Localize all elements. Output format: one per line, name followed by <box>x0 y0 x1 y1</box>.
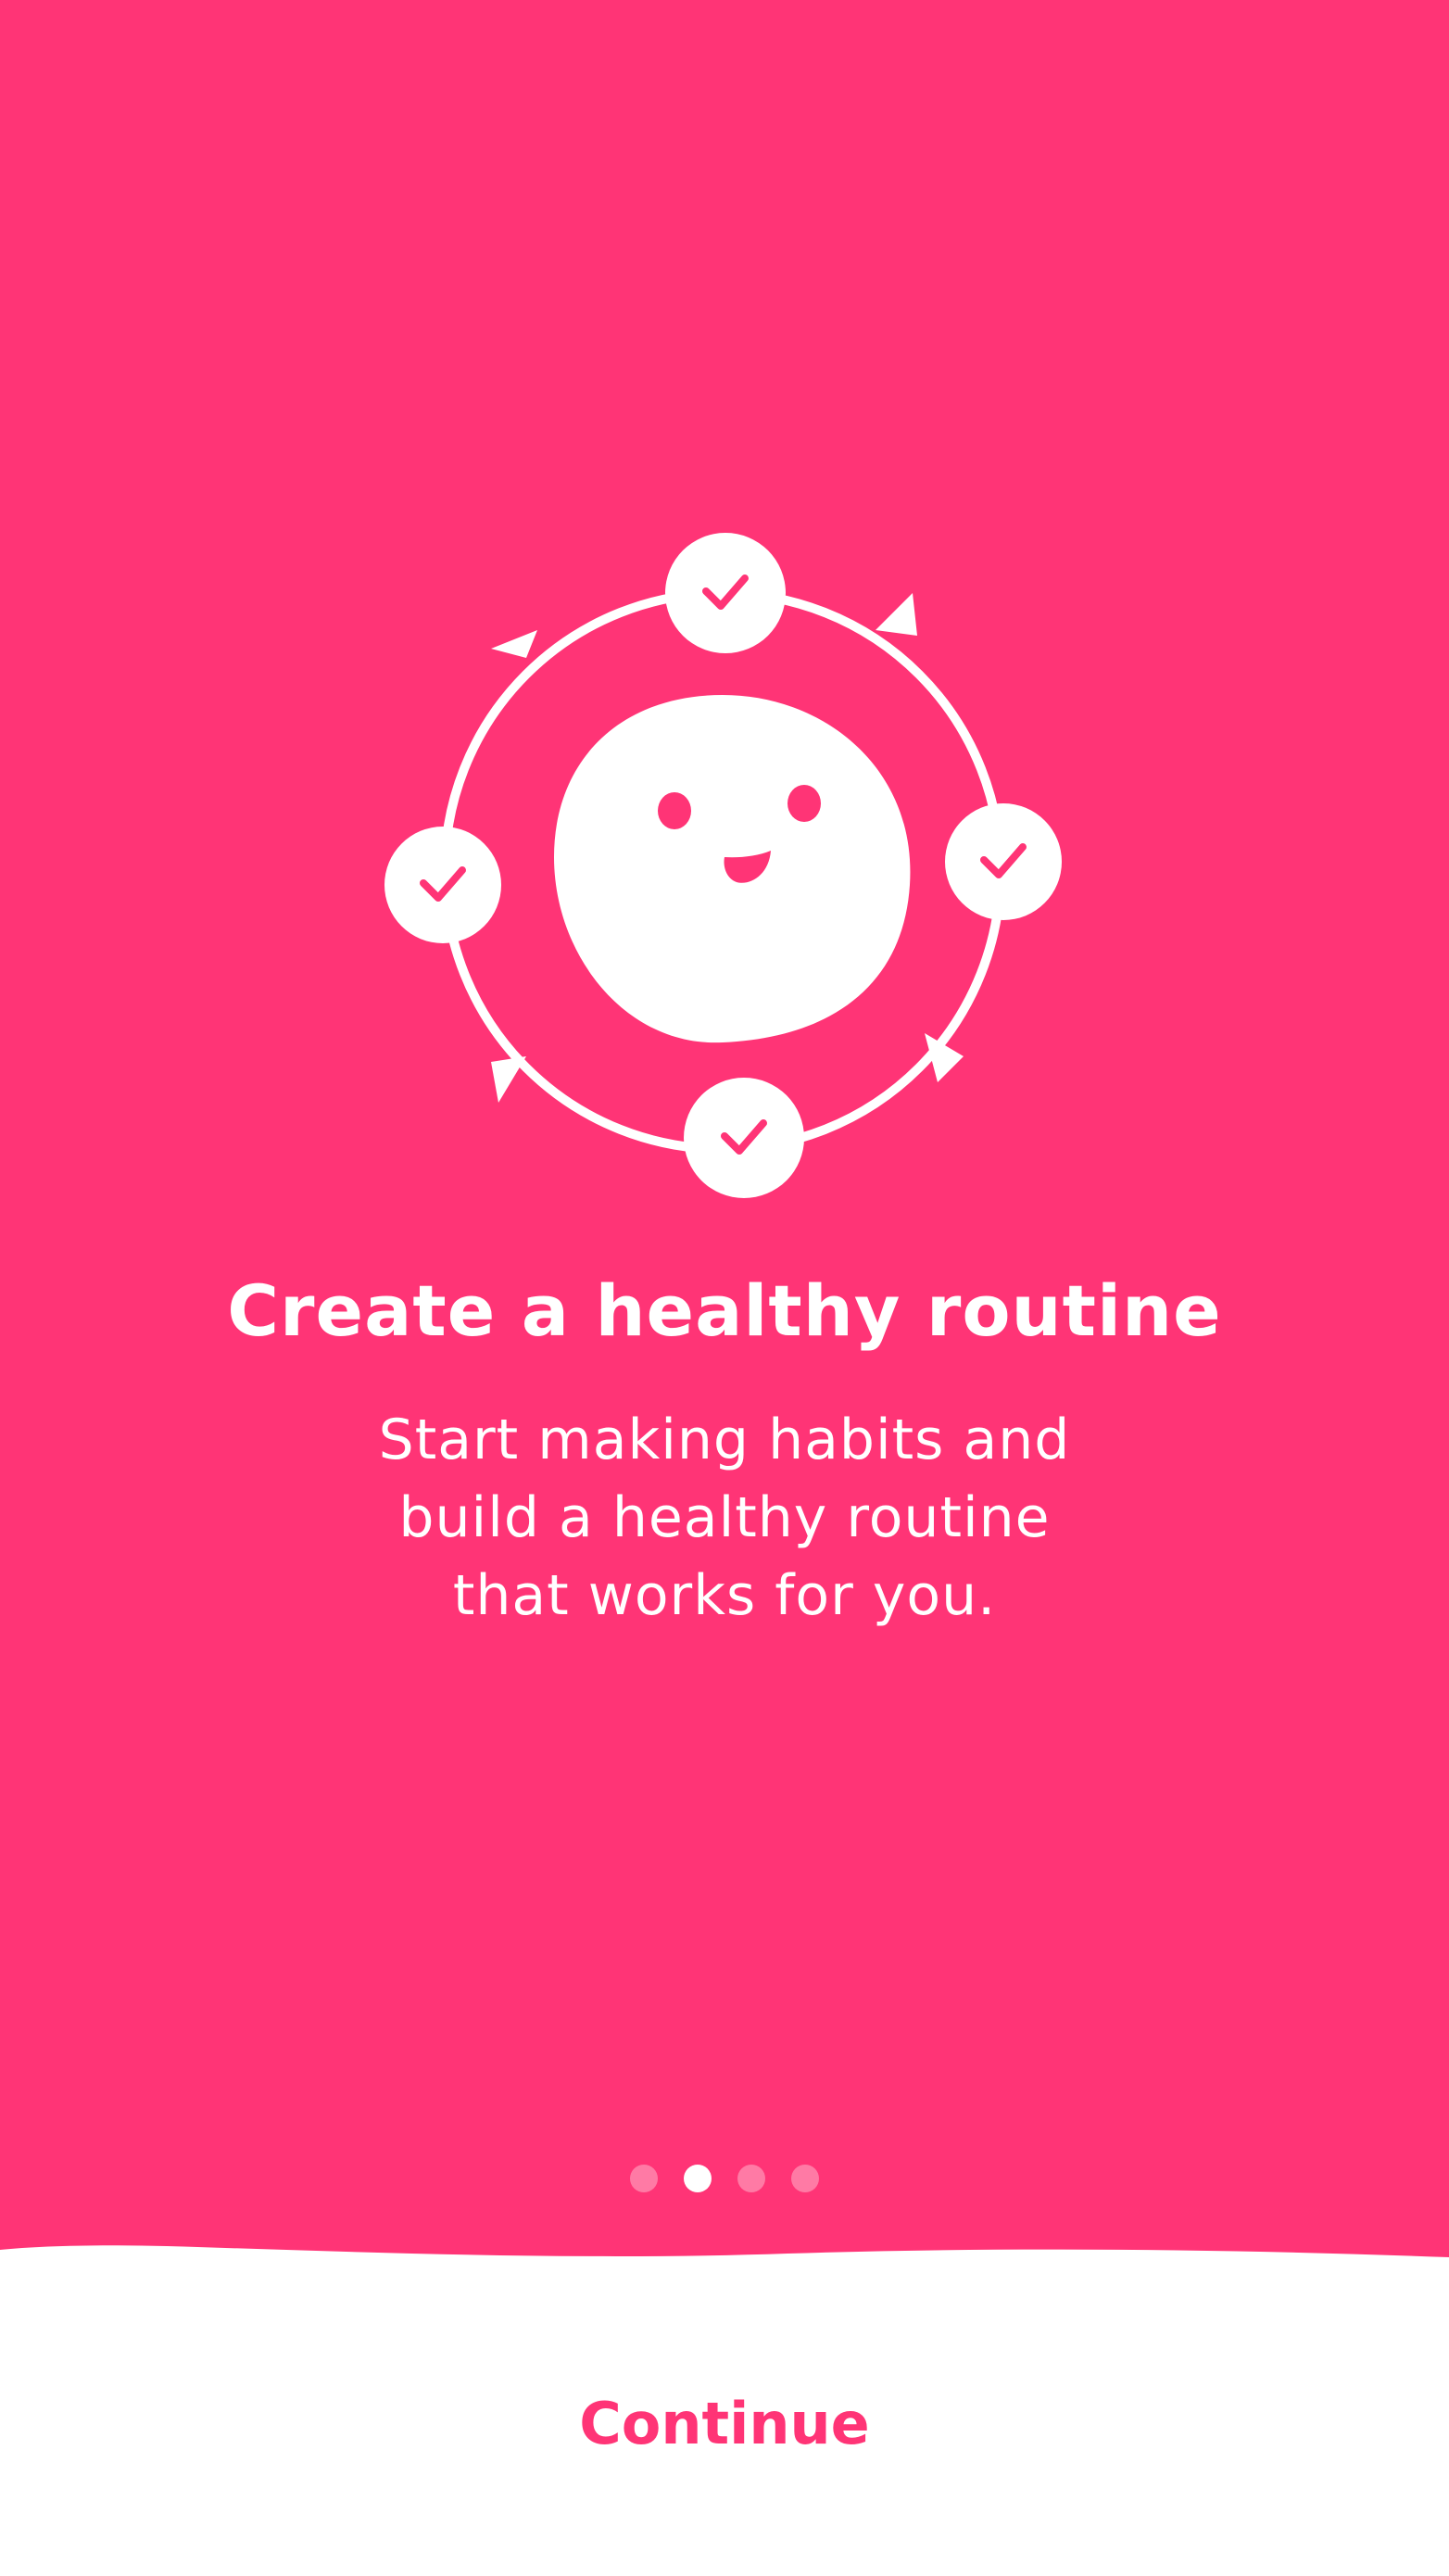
smiley-face-icon <box>554 695 911 1043</box>
arrow-icon <box>491 630 537 658</box>
arrow-icon <box>491 1056 526 1103</box>
arrow-icon <box>876 593 917 636</box>
onboarding-screen: Create a healthy routine Start making ha… <box>0 0 1449 2576</box>
continue-button[interactable]: Continue <box>539 2372 910 2474</box>
page-dot-3[interactable] <box>737 2165 765 2192</box>
check-bubble-top <box>665 533 786 653</box>
check-bubble-right <box>945 803 1062 920</box>
routine-cycle-illustration <box>384 533 1062 1198</box>
check-bubble-bottom <box>684 1078 804 1198</box>
subtitle-line: that works for you. <box>452 1563 997 1628</box>
subtitle-line: Start making habits and <box>378 1408 1071 1472</box>
page-title: Create a healthy routine <box>227 1269 1222 1352</box>
subtitle-line: build a healthy routine <box>398 1485 1051 1550</box>
page-subtitle: Start making habits and build a healthy … <box>308 1401 1141 1635</box>
page-dot-1[interactable] <box>630 2165 658 2192</box>
check-bubble-left <box>384 827 501 943</box>
page-dot-4[interactable] <box>791 2165 819 2192</box>
page-indicator <box>0 2165 1449 2192</box>
hero-panel: Create a healthy routine Start making ha… <box>0 0 1449 2279</box>
page-dot-2-active[interactable] <box>684 2165 712 2192</box>
